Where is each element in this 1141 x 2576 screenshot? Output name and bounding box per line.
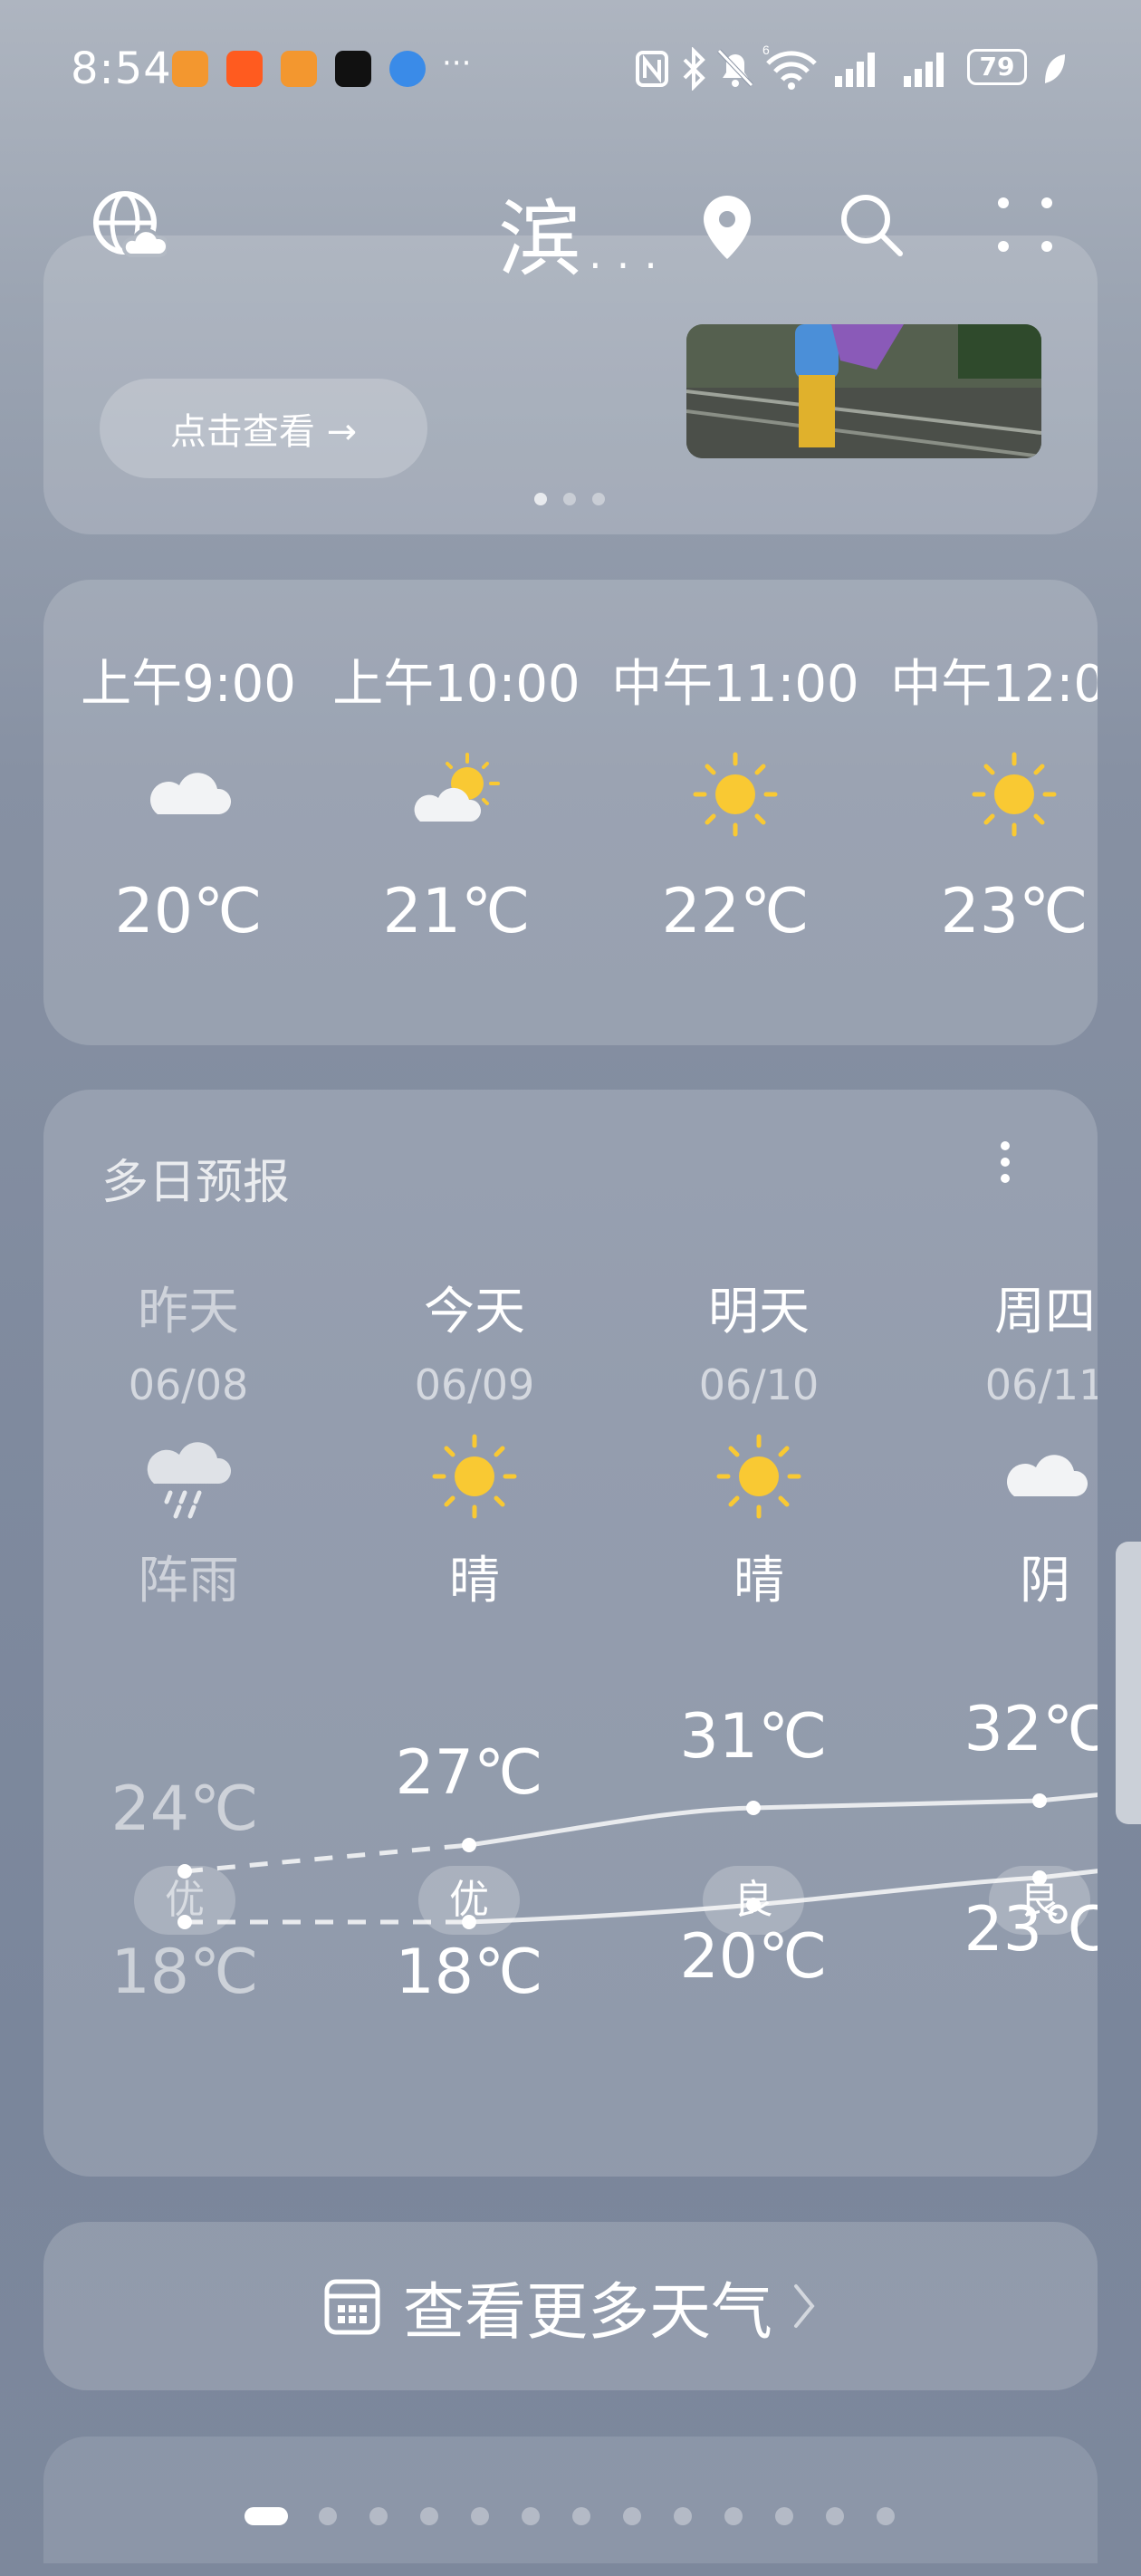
hour-temp: 21℃ bbox=[382, 876, 531, 947]
page-dot[interactable] bbox=[522, 2507, 540, 2525]
browser-notification-icon bbox=[389, 51, 426, 87]
wifi-icon: 6 bbox=[762, 43, 817, 90]
low-temp: 18℃ bbox=[110, 1937, 259, 2008]
banner-page-dot bbox=[592, 493, 605, 505]
high-temp: 24℃ bbox=[110, 1773, 259, 1845]
cloudy-icon bbox=[150, 773, 232, 814]
battery-icon: 79 bbox=[967, 49, 1027, 85]
hourly-forecast-card[interactable]: 上午9:00 20℃ 上午10:00 21℃ 中午11:00 22℃ 中午12:… bbox=[43, 580, 1098, 1045]
aqi-badge: 优 bbox=[134, 1866, 235, 1935]
multi-day-forecast-card[interactable]: 多日预报 昨天 06/08 阵雨 今天 06/09 晴 明天 06/10 晴 周… bbox=[43, 1090, 1098, 2177]
high-point bbox=[462, 1838, 476, 1852]
calendar-icon bbox=[324, 2279, 380, 2335]
hourly-item: 中午12:00 23℃ bbox=[869, 643, 1098, 947]
status-time: 8:54 bbox=[71, 43, 172, 94]
mute-bell-icon bbox=[717, 49, 753, 87]
view-details-button[interactable]: 点击查看 → bbox=[100, 379, 427, 478]
app-notification-icon bbox=[281, 51, 317, 87]
sunny-icon bbox=[972, 752, 1057, 837]
partly-sunny-icon bbox=[414, 753, 500, 822]
page-dot[interactable] bbox=[369, 2507, 388, 2525]
high-point bbox=[746, 1801, 761, 1815]
app-notification-icon bbox=[172, 51, 208, 87]
hour-time: 中午11:00 bbox=[611, 655, 859, 714]
high-point bbox=[1032, 1793, 1047, 1808]
page-dot[interactable] bbox=[420, 2507, 438, 2525]
high-temp: 31℃ bbox=[679, 1701, 828, 1773]
banner-page-dot-active bbox=[534, 493, 547, 505]
chevron-right-icon bbox=[794, 2284, 815, 2328]
signal-icon-2 bbox=[904, 53, 944, 87]
page-dot[interactable] bbox=[826, 2507, 844, 2525]
hour-time: 上午9:00 bbox=[81, 655, 296, 714]
hour-temp: 23℃ bbox=[940, 876, 1088, 947]
temperature-trend-chart bbox=[177, 1793, 1098, 1929]
sunny-icon bbox=[693, 752, 778, 837]
low-temp: 18℃ bbox=[395, 1937, 543, 2008]
hour-temp: 20℃ bbox=[114, 876, 263, 947]
signal-icon-1 bbox=[835, 53, 875, 87]
page-dot[interactable] bbox=[471, 2507, 489, 2525]
news-image[interactable] bbox=[686, 324, 1041, 458]
taobao-notification-icon bbox=[226, 51, 263, 87]
hourly-item: 上午9:00 20℃ bbox=[43, 643, 333, 947]
page-dot[interactable] bbox=[623, 2507, 641, 2525]
high-temp: 32℃ bbox=[964, 1694, 1098, 1765]
page-dot[interactable] bbox=[674, 2507, 692, 2525]
page-dot[interactable] bbox=[775, 2507, 793, 2525]
nfc-icon bbox=[636, 51, 668, 87]
city-page-indicator[interactable] bbox=[244, 2507, 896, 2525]
hour-time: 上午10:00 bbox=[332, 655, 580, 714]
page-dot[interactable] bbox=[319, 2507, 337, 2525]
aqi-badge: 良 bbox=[989, 1866, 1090, 1935]
high-temp: 27℃ bbox=[395, 1737, 543, 1809]
bluetooth-icon bbox=[683, 47, 705, 91]
high-trend-dashed bbox=[184, 1842, 470, 1874]
tiktok-notification-icon bbox=[335, 51, 371, 87]
battery-saver-leaf-icon bbox=[1045, 54, 1065, 83]
aqi-badge: 良 bbox=[703, 1866, 804, 1935]
wifi-6-label: 6 bbox=[762, 43, 770, 57]
hourly-item: 中午11:00 22℃ bbox=[590, 643, 880, 947]
more-weather-button[interactable]: 查看更多天气 bbox=[43, 2222, 1098, 2390]
banner-page-dot bbox=[563, 493, 576, 505]
hour-time: 中午12:00 bbox=[890, 655, 1098, 714]
status-bar: 8:54 ··· 6 79 bbox=[0, 0, 1141, 136]
hour-temp: 22℃ bbox=[661, 876, 810, 947]
more-weather-label: 查看更多天气 bbox=[402, 2276, 772, 2349]
page-dot[interactable] bbox=[724, 2507, 743, 2525]
page-dot[interactable] bbox=[572, 2507, 590, 2525]
next-card-partial bbox=[43, 2437, 1098, 2563]
page-dot-active[interactable] bbox=[244, 2507, 288, 2525]
more-notifications-icon: ··· bbox=[442, 45, 472, 82]
edge-scroll-handle[interactable] bbox=[1116, 1542, 1141, 1824]
page-dot[interactable] bbox=[877, 2507, 895, 2525]
aqi-badge: 优 bbox=[418, 1866, 520, 1935]
hourly-item: 上午10:00 21℃ bbox=[312, 643, 601, 947]
